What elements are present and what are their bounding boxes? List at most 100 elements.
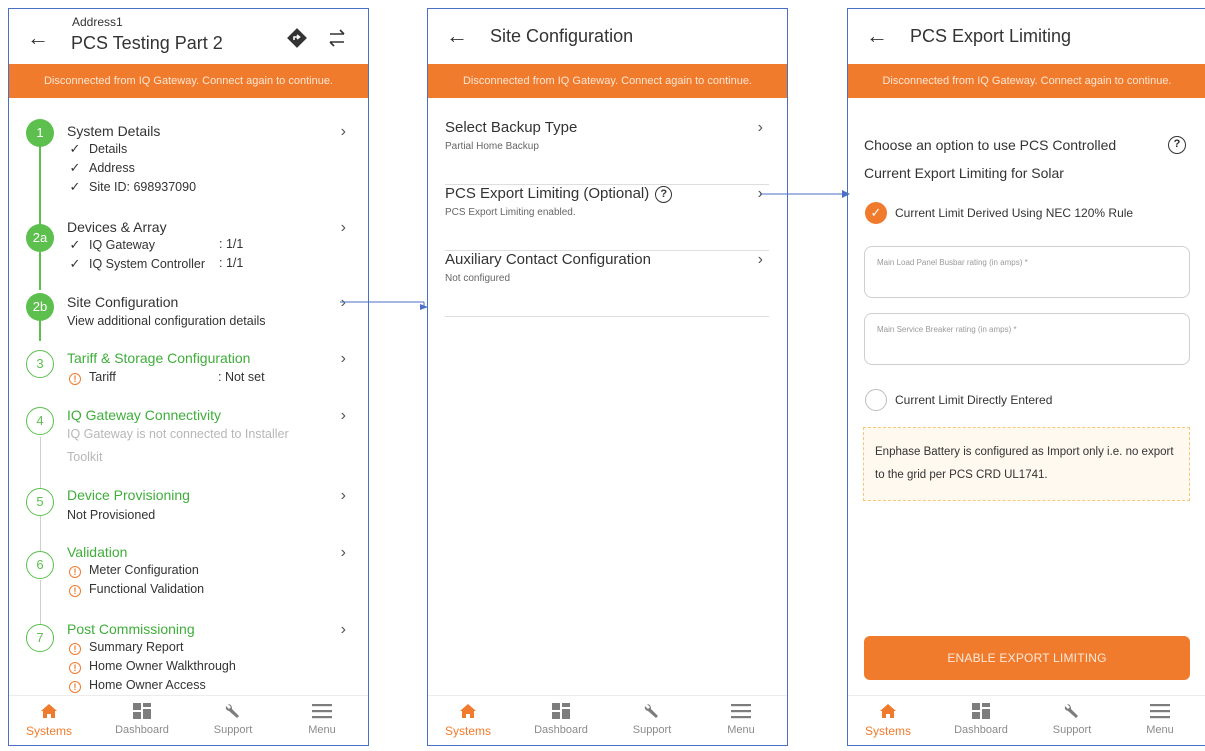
tab-menu[interactable]: Menu	[701, 696, 781, 745]
step-title: Devices & Array	[67, 219, 167, 235]
tab-dashboard[interactable]: Dashboard	[102, 696, 182, 745]
step-detail: Home Owner Walkthrough	[89, 659, 236, 673]
system-address: Address1	[72, 15, 123, 29]
page-title: PCS Export Limiting	[910, 26, 1072, 46]
screen-site-configuration: ← Site Configuration Disconnected from I…	[427, 8, 788, 746]
chevron-right-icon[interactable]: ›	[341, 350, 346, 368]
row-auxiliary-contact[interactable]: Auxiliary Contact Configuration Not conf…	[445, 251, 769, 317]
chevron-right-icon[interactable]: ›	[341, 123, 346, 141]
tab-systems[interactable]: Systems	[9, 696, 89, 745]
tab-dashboard[interactable]: Dashboard	[941, 696, 1021, 745]
step-number-badge: 6	[26, 551, 54, 579]
tab-support[interactable]: Support	[612, 696, 692, 745]
step-value: : Not set	[218, 370, 265, 384]
warning-icon: !	[69, 566, 81, 578]
hamburger-icon	[731, 704, 751, 719]
check-icon: ✓	[69, 256, 81, 271]
warning-icon: !	[69, 662, 81, 674]
chevron-right-icon[interactable]: ›	[758, 251, 763, 269]
tab-label: Dashboard	[954, 724, 1008, 736]
screen-pcs-export-limiting: ← PCS Export Limiting Disconnected from …	[847, 8, 1205, 746]
header: ← Address1 PCS Testing Part 2	[9, 9, 368, 65]
tab-label: Systems	[25, 724, 72, 738]
tab-dashboard[interactable]: Dashboard	[521, 696, 601, 745]
row-subtitle: PCS Export Limiting enabled.	[445, 207, 576, 218]
row-title: Auxiliary Contact Configuration	[445, 251, 651, 268]
help-icon[interactable]: ?	[655, 186, 673, 203]
step-detail: Toolkit	[67, 450, 103, 464]
step-title: Device Provisioning	[67, 487, 190, 503]
help-icon[interactable]: ?	[1168, 136, 1186, 154]
tab-systems[interactable]: Systems	[428, 696, 508, 745]
step-detail: IQ Gateway	[89, 238, 155, 252]
chevron-right-icon[interactable]: ›	[758, 119, 763, 137]
progress-line	[40, 516, 41, 551]
step-detail: Tariff	[89, 370, 116, 384]
breaker-rating-field[interactable]: Main Service Breaker rating (in amps) *	[864, 313, 1190, 365]
step-detail: Summary Report	[89, 640, 184, 654]
instruction-text: Choose an option to use PCS Controlled C…	[864, 131, 1154, 187]
chevron-right-icon[interactable]: ›	[341, 219, 346, 237]
enable-export-limiting-button[interactable]: ENABLE EXPORT LIMITING	[864, 636, 1190, 680]
header: ← PCS Export Limiting	[848, 9, 1205, 65]
progress-line	[39, 252, 41, 290]
progress-line	[40, 437, 41, 488]
step-title: Tariff & Storage Configuration	[67, 350, 251, 366]
step-detail: Address	[89, 161, 135, 175]
step-detail: Not Provisioned	[67, 508, 156, 522]
tab-label: Support	[1052, 724, 1092, 736]
row-subtitle: Not configured	[445, 273, 511, 284]
check-icon: ✓	[69, 160, 81, 175]
row-title: PCS Export Limiting (Optional)	[445, 185, 650, 202]
step-number-badge: 2b	[26, 293, 54, 321]
row-backup-type[interactable]: Select Backup Type Partial Home Backup ›	[445, 119, 769, 185]
step-detail: Home Owner Access	[89, 678, 206, 692]
check-icon: ✓	[69, 237, 81, 252]
progress-line	[39, 146, 41, 226]
swap-icon[interactable]	[326, 27, 348, 49]
step-detail: Details	[89, 142, 128, 156]
row-pcs-export-limiting[interactable]: PCS Export Limiting (Optional)? PCS Expo…	[445, 185, 769, 251]
back-arrow-icon[interactable]: ←	[27, 25, 49, 51]
bottom-nav: Systems Dashboard Support Menu	[9, 695, 368, 745]
page-title: PCS Testing Part 2	[71, 33, 223, 53]
step-detail: Meter Configuration	[89, 563, 199, 577]
tab-label: Systems	[444, 724, 491, 738]
chevron-right-icon[interactable]: ›	[341, 544, 346, 562]
instruction-line: Choose an option to use PCS Controlled	[864, 137, 1117, 153]
warning-icon: !	[69, 585, 81, 597]
info-note: Enphase Battery is configured as Import …	[863, 427, 1190, 501]
radio-label: Current Limit Directly Entered	[895, 393, 1053, 407]
tab-menu[interactable]: Menu	[282, 696, 362, 745]
step-number-badge: 4	[26, 407, 54, 435]
back-arrow-icon[interactable]: ←	[446, 23, 468, 49]
row-title: Select Backup Type	[445, 119, 578, 136]
tab-support[interactable]: Support	[1032, 696, 1112, 745]
directions-icon[interactable]	[286, 27, 308, 49]
step-title: System Details	[67, 123, 161, 139]
step-detail: View additional configuration details	[67, 314, 266, 328]
tab-menu[interactable]: Menu	[1120, 696, 1200, 745]
tab-systems[interactable]: Systems	[848, 696, 928, 745]
disconnected-banner: Disconnected from IQ Gateway. Connect ag…	[428, 64, 787, 98]
tab-label: Menu	[308, 724, 336, 736]
chevron-right-icon[interactable]: ›	[341, 487, 346, 505]
busbar-rating-field[interactable]: Main Load Panel Busbar rating (in amps) …	[864, 246, 1190, 298]
step-number-badge: 3	[26, 350, 54, 378]
step-detail: Functional Validation	[89, 582, 205, 596]
check-icon: ✓	[69, 179, 81, 194]
radio-nec-120-rule[interactable]: ✓	[865, 202, 887, 224]
home-icon	[460, 704, 476, 718]
tab-support[interactable]: Support	[193, 696, 273, 745]
check-icon: ✓	[870, 205, 882, 220]
chevron-right-icon[interactable]: ›	[341, 621, 346, 639]
hamburger-icon	[1150, 704, 1170, 719]
instruction-line: Current Export Limiting for Solar	[864, 165, 1064, 181]
back-arrow-icon[interactable]: ←	[866, 23, 888, 49]
step-number-badge: 5	[26, 488, 54, 516]
progress-line	[40, 580, 41, 624]
wrench-icon	[1064, 704, 1078, 718]
radio-directly-entered[interactable]	[865, 389, 887, 411]
chevron-right-icon[interactable]: ›	[341, 407, 346, 425]
warning-icon: !	[69, 681, 81, 693]
